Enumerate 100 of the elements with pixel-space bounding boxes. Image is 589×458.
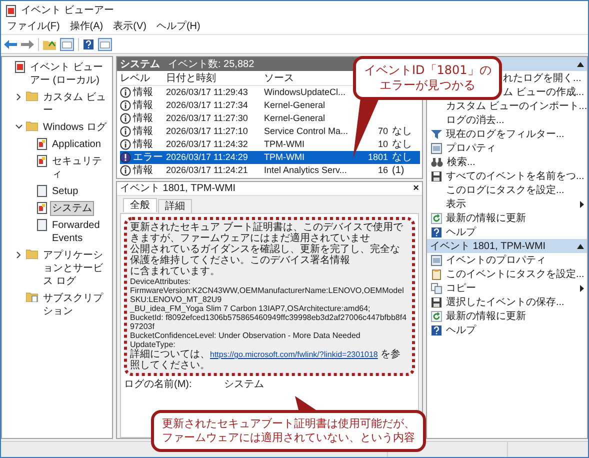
table-cell: Kernel-General	[264, 100, 326, 110]
folder-icon	[26, 121, 38, 131]
table-cell: Service Control Ma...	[264, 126, 348, 136]
action-item[interactable]: ム ビューの作成...	[503, 84, 584, 100]
action-item[interactable]: 選択したイベントの保存...	[446, 294, 564, 310]
window-icon	[431, 254, 442, 266]
table-row[interactable]: 情報 2026/03/17 11:24:32 TPM-WMI 10 なし	[120, 138, 420, 151]
help-link[interactable]: https://go.microsoft.com/fwlink/?linkid=2301018	[210, 350, 378, 359]
event-viewer-icon	[6, 4, 16, 16]
event-detail-text: BucketConfidenceLevel: Under Observation - More Data Needed	[130, 331, 362, 340]
table-cell: 2026/03/17 11:24:29	[166, 152, 248, 162]
menu-item[interactable]: ファイル(F)	[7, 19, 60, 34]
event-detail-text: FirmwareVersion:K2CN43WW,OEMManufacturerName:LENOVO,OEMModelSKU:LENOVO_MT_82U9	[130, 286, 405, 304]
column-header[interactable]: 日付と時刻	[166, 73, 216, 84]
action-item[interactable]: イベントのプロパティ	[446, 252, 546, 268]
folder-document-icon	[26, 292, 38, 302]
tree-item[interactable]: Setup	[50, 184, 80, 199]
event-detail-text: UpdateType:	[130, 340, 176, 349]
log-icon	[37, 155, 47, 167]
table-cell-text: 情報	[133, 124, 153, 138]
error-icon	[120, 152, 131, 163]
collapse-caret-icon[interactable]	[577, 244, 584, 248]
table-cell: 2026/03/17 11:27:30	[166, 112, 248, 123]
tab[interactable]: 全般	[123, 198, 157, 212]
refresh-icon	[431, 310, 442, 322]
action-item[interactable]: プロパティ	[446, 140, 496, 156]
table-cell: WindowsUpdateCl...	[264, 86, 346, 97]
section-header-bar[interactable]: イベント 1801, TPM-WMI	[427, 239, 587, 253]
folder-icon[interactable]	[43, 38, 56, 50]
log-icon	[37, 202, 47, 214]
table-cell-text: 情報	[133, 112, 153, 126]
menu-item[interactable]: 表示(V)	[113, 19, 146, 34]
action-item[interactable]: このイベントにタスクを設定...	[446, 266, 584, 282]
action-item[interactable]: 表示	[446, 196, 466, 212]
tree-item[interactable]: セキュリティ	[50, 154, 110, 182]
table-row[interactable]: 情報 2026/03/17 11:27:34 Kernel-General	[120, 99, 420, 112]
callout-text: イベントID「1801」の	[364, 63, 492, 78]
event-count: イベント数: 25,882	[168, 58, 254, 72]
tree-item[interactable]: Windows ログ	[41, 120, 108, 135]
action-item[interactable]: すべてのイベントを名前をつ...	[446, 168, 584, 184]
event-detail-text: DeviceAttributes:	[130, 277, 192, 286]
action-item[interactable]: 現在のログをフィルター...	[446, 126, 564, 142]
log-name: システム	[120, 58, 160, 72]
table-row[interactable]: エラー 2026/03/17 11:24:29 TPM-WMI 1801 なし	[120, 151, 420, 164]
table-cell: 2026/03/17 11:29:43	[166, 86, 248, 97]
chevron-right-icon[interactable]	[15, 251, 23, 259]
action-item[interactable]: 最新の情報に更新	[446, 210, 526, 226]
chevron-right-icon[interactable]	[15, 93, 23, 101]
panel-icon[interactable]	[60, 38, 74, 50]
chevron-down-icon[interactable]	[15, 123, 23, 131]
event-detail-text: _BU_idea_FM_Yoga Slim 7 Carbon 13IAP7,OSArchitecture:amd64;	[130, 304, 372, 313]
table-cell: 1801	[368, 152, 388, 162]
table-cell: TPM-WMI	[264, 152, 304, 162]
tree-item[interactable]: サブスクリプション	[41, 291, 110, 319]
action-item[interactable]: ヘルプ	[446, 322, 476, 338]
tree-item[interactable]: Application	[50, 137, 103, 152]
tree-item[interactable]: システム	[50, 201, 94, 216]
tree-item[interactable]: イベント ビューアー (ローカル)	[28, 60, 110, 88]
event-viewer-icon	[15, 61, 25, 73]
panel-icon[interactable]	[98, 38, 112, 50]
tree-item[interactable]: Forwarded Events	[50, 218, 110, 246]
tab[interactable]: 詳細	[158, 199, 192, 213]
action-item[interactable]: れたログを開く...	[503, 70, 582, 86]
table-cell-text: 情報	[133, 86, 153, 100]
back-arrow-icon[interactable]	[4, 38, 17, 50]
folder-icon	[26, 91, 38, 101]
table-row[interactable]: 情報 2026/03/17 11:27:10 Service Control Ma... 70 なし	[120, 125, 420, 138]
collapse-caret-icon[interactable]	[577, 62, 584, 66]
table-cell: Kernel-General	[264, 112, 326, 123]
action-item[interactable]: 最新の情報に更新	[446, 308, 526, 324]
table-cell: (1)	[392, 165, 404, 176]
forward-arrow-icon[interactable]	[21, 38, 34, 50]
info-icon	[120, 100, 131, 111]
close-button[interactable]: ×	[413, 181, 419, 196]
table-cell: 70	[378, 126, 388, 136]
action-item[interactable]: このログにタスクを設定...	[446, 182, 564, 198]
info-icon	[120, 126, 131, 137]
table-row[interactable]: 情報 2026/03/17 11:24:21 Intel Analytics Serv... 16 (1)	[120, 164, 420, 177]
action-item[interactable]: ログの消去...	[446, 112, 504, 128]
action-item[interactable]: 検索...	[447, 154, 476, 170]
column-header[interactable]: ソース	[264, 73, 294, 84]
help-icon	[431, 324, 442, 336]
table-cell: なし	[392, 126, 412, 137]
menu-item[interactable]: 操作(A)	[70, 19, 104, 34]
help-icon[interactable]	[83, 38, 94, 50]
info-icon	[120, 139, 131, 150]
table-cell: 16	[378, 164, 388, 175]
tree-item[interactable]: カスタム ビュー	[41, 90, 110, 118]
table-row[interactable]: 情報 2026/03/17 11:27:30 Kernel-General	[120, 112, 420, 125]
action-item[interactable]: ヘルプ	[446, 224, 476, 240]
action-item[interactable]: コピー	[446, 280, 476, 296]
menu-item[interactable]: ヘルプ(H)	[156, 19, 200, 34]
event-detail-text: 詳細については、https://go.microsoft.com/fwlink/?linkid=2301018 を参照してください。	[130, 349, 402, 371]
action-item[interactable]: カスタム ビューのインポート...	[446, 98, 587, 114]
column-header[interactable]: レベル	[120, 73, 150, 84]
table-cell-text: 情報	[133, 164, 153, 178]
table-cell: Intel Analytics Serv...	[264, 164, 347, 175]
tree-item[interactable]: アプリケーションとサービス ログ	[41, 248, 110, 289]
table-cell: 2026/03/17 11:24:21	[166, 164, 248, 175]
callout-text: エラーが見つかる	[378, 78, 477, 93]
